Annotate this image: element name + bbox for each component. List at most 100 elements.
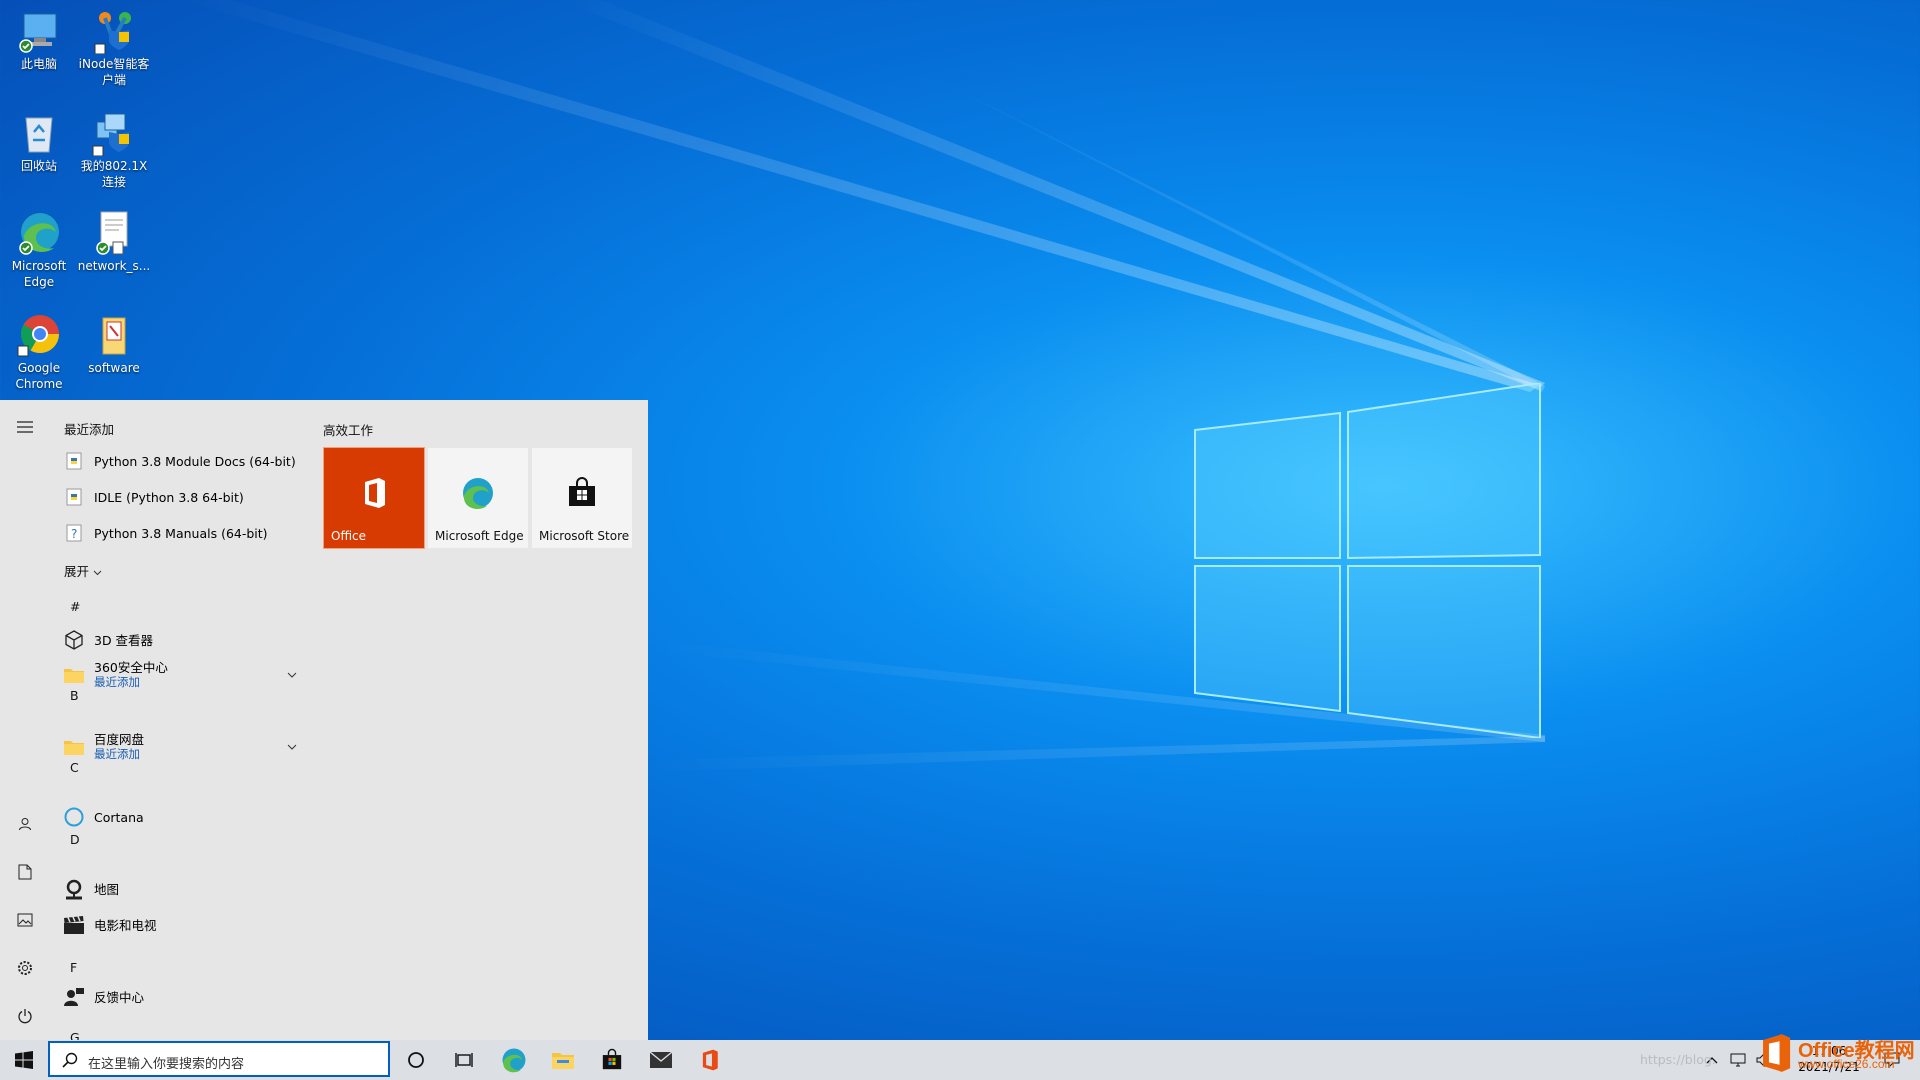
expand-button[interactable]: 展开 xyxy=(64,561,102,580)
group-letter[interactable]: B xyxy=(70,688,79,703)
cortana-icon xyxy=(62,805,86,829)
watermark-logo: Office教程网 www.office26.com xyxy=(1754,1030,1920,1076)
recycle-bin-icon xyxy=(16,110,62,156)
app-label: 反馈中心 xyxy=(94,989,145,1005)
desktop-icon-8021x[interactable]: 我的802.1X连接 xyxy=(75,110,153,190)
desktop-icon-chrome[interactable]: Google Chrome xyxy=(0,312,78,392)
app-360-security[interactable]: 360安全中心 最近添加 xyxy=(62,660,168,690)
desktop-icon-recycle-bin[interactable]: 回收站 xyxy=(0,110,78,174)
app-label: Cortana xyxy=(94,809,144,825)
svg-text:?: ? xyxy=(71,527,77,541)
watermark-site: www.office26.com xyxy=(1798,1057,1895,1071)
tile-microsoft-store[interactable]: Microsoft Store xyxy=(532,448,632,548)
cortana-circle-icon xyxy=(408,1052,424,1068)
recent-header: 最近添加 xyxy=(64,422,115,437)
app-list: 最近添加 Python 3.8 Module Docs (64-bit) IDL… xyxy=(48,400,308,1040)
app-baidu-netdisk[interactable]: 百度网盘 最近添加 xyxy=(62,732,144,762)
app-label: Python 3.8 Module Docs (64-bit) xyxy=(94,453,296,469)
app-sub-label: 最近添加 xyxy=(94,747,140,761)
desktop-icon-this-pc[interactable]: 此电脑 xyxy=(0,8,78,72)
inode-icon xyxy=(91,8,137,55)
start-button[interactable] xyxy=(0,1040,48,1080)
app-label: 电影和电视 xyxy=(94,917,157,933)
taskbar-office[interactable] xyxy=(686,1040,734,1080)
user-account-icon[interactable] xyxy=(12,811,38,837)
recent-app-idle[interactable]: IDLE (Python 3.8 64-bit) xyxy=(62,482,244,512)
tile-label: Microsoft Edge xyxy=(435,529,524,543)
app-sub-label: 最近添加 xyxy=(94,675,140,689)
chrome-icon xyxy=(16,312,62,358)
folder-icon xyxy=(62,735,86,759)
tile-label: Microsoft Store xyxy=(539,529,630,543)
documents-icon[interactable] xyxy=(12,859,38,885)
recent-app-python-manuals[interactable]: ? Python 3.8 Manuals (64-bit) xyxy=(62,518,268,548)
taskbar: 在这里输入你要搜索的内容 17:06 2021/7/21 xyxy=(0,1040,1920,1080)
store-bag-icon xyxy=(602,1048,622,1070)
app-label: IDLE (Python 3.8 64-bit) xyxy=(94,489,244,505)
app-feedback-hub[interactable]: 反馈中心 xyxy=(62,982,144,1012)
watermark-url: https://blog. xyxy=(1640,1052,1716,1067)
app-3d-viewer[interactable]: 3D 查看器 xyxy=(62,625,153,655)
settings-gear-icon[interactable] xyxy=(12,955,38,981)
taskbar-search-box[interactable]: 在这里输入你要搜索的内容 xyxy=(48,1041,390,1077)
tile-office[interactable]: Office xyxy=(323,447,425,549)
folder-icon xyxy=(91,312,137,358)
taskbar-mail[interactable] xyxy=(637,1040,685,1080)
chevron-down-icon[interactable] xyxy=(286,741,298,753)
taskbar-microsoft-store[interactable] xyxy=(588,1040,636,1080)
tile-microsoft-edge[interactable]: Microsoft Edge xyxy=(428,448,528,548)
mail-icon xyxy=(649,1051,673,1068)
feedback-person-icon xyxy=(62,985,86,1009)
app-cortana[interactable]: Cortana xyxy=(62,802,144,832)
desktop-icon-label: 此电脑 xyxy=(20,57,57,71)
recent-app-python-docs[interactable]: Python 3.8 Module Docs (64-bit) xyxy=(62,446,296,476)
chevron-down-icon[interactable] xyxy=(286,669,298,681)
python-doc-icon xyxy=(62,449,86,473)
desktop-icon-label: iNode智能客户端 xyxy=(78,57,150,87)
search-placeholder: 在这里输入你要搜索的内容 xyxy=(88,1057,245,1072)
pictures-icon[interactable] xyxy=(12,907,38,933)
tiles-group-header[interactable]: 高效工作 xyxy=(323,420,373,439)
taskbar-file-explorer[interactable] xyxy=(539,1040,587,1080)
office-logo-icon xyxy=(702,1049,718,1071)
search-icon xyxy=(62,1052,78,1068)
desktop-icon-label: network_s... xyxy=(77,259,151,273)
group-letter[interactable]: G xyxy=(70,1030,80,1040)
desktop-icon-label: Microsoft Edge xyxy=(11,259,67,289)
task-view-button[interactable] xyxy=(440,1040,488,1080)
cube-icon xyxy=(62,628,86,652)
clapperboard-icon xyxy=(62,913,86,937)
office-logo-icon xyxy=(357,476,391,510)
file-explorer-icon xyxy=(552,1053,574,1069)
start-menu: 最近添加 Python 3.8 Module Docs (64-bit) IDL… xyxy=(0,400,648,1040)
desktop-icon-network-file[interactable]: network_s... xyxy=(75,210,153,274)
desktop-icon-inode[interactable]: iNode智能客户端 xyxy=(75,8,153,88)
group-letter[interactable]: # xyxy=(70,599,80,614)
tile-label: Office xyxy=(331,529,367,543)
network-tray[interactable] xyxy=(1726,1040,1750,1080)
app-label: 360安全中心 xyxy=(94,660,168,675)
app-label: Python 3.8 Manuals (64-bit) xyxy=(94,525,268,541)
app-movies-tv[interactable]: 电影和电视 xyxy=(62,910,157,940)
desktop-icon-software[interactable]: software xyxy=(75,312,153,376)
power-icon[interactable] xyxy=(12,1003,38,1029)
app-label: 地图 xyxy=(94,881,120,897)
desktop-icon-label: 我的802.1X连接 xyxy=(80,159,148,189)
taskbar-edge[interactable] xyxy=(490,1040,538,1080)
map-pin-icon xyxy=(62,877,86,901)
python-manual-icon: ? xyxy=(62,521,86,545)
office-logo-icon xyxy=(1763,1034,1791,1072)
app-maps[interactable]: 地图 xyxy=(62,874,119,904)
group-letter[interactable]: C xyxy=(70,760,79,775)
group-letter[interactable]: D xyxy=(70,832,80,847)
desktop-icon-label: 回收站 xyxy=(20,159,57,173)
group-letter[interactable]: F xyxy=(70,960,77,975)
cortana-button[interactable] xyxy=(392,1040,440,1080)
expand-label: 展开 xyxy=(64,564,90,579)
python-idle-icon xyxy=(62,485,86,509)
desktop-icon-edge[interactable]: Microsoft Edge xyxy=(0,210,78,290)
windows-start-icon xyxy=(15,1051,33,1069)
desktop-icon-label: software xyxy=(88,361,140,375)
hamburger-menu-icon[interactable] xyxy=(12,414,38,440)
edge-icon xyxy=(502,1048,526,1073)
